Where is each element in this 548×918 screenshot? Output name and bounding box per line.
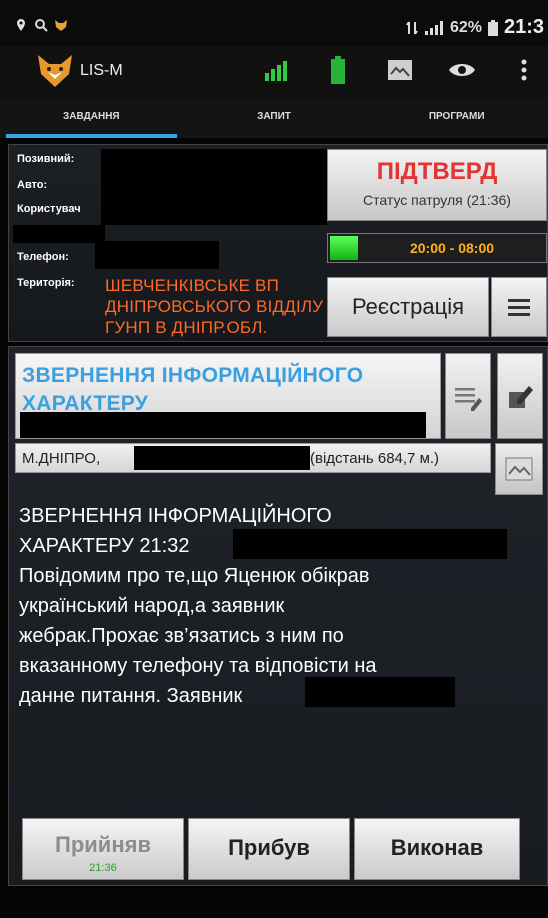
message-line: ЗВЕРНЕННЯ ІНФОРМАЦІЙНОГО — [19, 505, 332, 527]
status-bar: 62% 21:3 — [0, 0, 548, 50]
territory-value: ШЕВЧЕНКІВСЬКЕ ВП ДНІПРОВСЬКОГО ВІДДІЛУ Г… — [105, 276, 324, 337]
redacted-block — [13, 225, 105, 243]
fox-notification-icon — [55, 20, 67, 31]
arrived-button[interactable]: Прибув — [188, 818, 350, 880]
battery-level-icon — [324, 56, 352, 84]
accepted-label: Прийняв — [55, 832, 151, 857]
phone-label: Телефон: — [17, 251, 69, 263]
battery-percent: 62% — [449, 18, 482, 36]
menu-button[interactable] — [491, 277, 547, 337]
registration-button[interactable]: Реєстрація — [327, 277, 489, 337]
app-title: LIS-M — [80, 62, 123, 79]
redacted-block — [101, 149, 327, 225]
signal-bars-icon — [262, 56, 290, 84]
user-label: Користувач — [17, 203, 81, 215]
patrol-info-panel: Позивний: Авто: Користувач Телефон: Тери… — [8, 144, 548, 342]
action-bar-icons — [262, 56, 538, 84]
shift-time: 20:00 - 08:00 — [409, 240, 495, 256]
eye-icon[interactable] — [448, 56, 476, 84]
callsign-label: Позивний: — [17, 153, 75, 165]
redacted-block — [20, 412, 426, 438]
task-type-title: ЗВЕРНЕННЯ ІНФОРМАЦІЙНОГО ХАРАКТЕРУ — [22, 364, 364, 415]
done-button[interactable]: Виконав — [354, 818, 520, 880]
address-distance: (відстань 684,7 м.) — [310, 450, 440, 467]
action-bar: LIS-M — [0, 46, 548, 98]
patrol-status-text: Статус патруля (21:36) — [363, 192, 511, 208]
status-bar-left-icons — [14, 18, 68, 32]
hamburger-menu-icon — [508, 299, 530, 316]
redacted-block — [233, 529, 507, 559]
signal-icon — [424, 20, 443, 35]
overflow-menu-icon[interactable] — [510, 56, 538, 84]
search-icon — [35, 19, 48, 32]
accepted-button[interactable]: Прийняв 21:36 — [22, 818, 184, 880]
address-city: М.ДНІПРО, — [22, 450, 101, 467]
task-actions: Прийняв 21:36 Прибув Виконав — [8, 818, 540, 884]
redacted-block — [305, 677, 455, 707]
car-label: Авто: — [17, 179, 48, 191]
list-notes-icon — [455, 388, 482, 411]
fox-logo-icon[interactable] — [36, 52, 74, 90]
location-icon — [17, 19, 25, 31]
status-bar-right: 62% 21:3 — [406, 16, 544, 39]
map-icon[interactable] — [386, 56, 414, 84]
task-type-box: ЗВЕРНЕННЯ ІНФОРМАЦІЙНОГО ХАРАКТЕРУ — [15, 353, 441, 439]
tab-request[interactable]: ЗАПИТ — [183, 98, 366, 138]
edit-button[interactable] — [497, 353, 543, 439]
battery-icon — [487, 19, 498, 36]
status-time: 21:3 — [503, 16, 544, 38]
map-icon — [505, 457, 533, 481]
task-panel: ЗВЕРНЕННЯ ІНФОРМАЦІЙНОГО ХАРАКТЕРУ М.ДНІ… — [8, 346, 548, 886]
tab-bar: ЗАВДАННЯ ЗАПИТ ПРОГРАМИ — [0, 98, 548, 138]
accepted-time: 21:36 — [89, 862, 117, 874]
redacted-block — [134, 446, 310, 470]
tab-tasks[interactable]: ЗАВДАННЯ — [0, 98, 183, 138]
address-field: М.ДНІПРО, (відстань 684,7 м.) — [15, 443, 491, 473]
shift-indicator: 20:00 - 08:00 — [327, 233, 547, 263]
notes-button[interactable] — [445, 353, 491, 439]
data-icon — [406, 20, 418, 35]
message-line: жебрак.Прохає зв’язатись з ним по — [19, 625, 344, 647]
message-line: український народ,а заявник — [19, 595, 285, 617]
confirm-title: ПІДТВЕРД — [376, 158, 498, 185]
show-on-map-button[interactable] — [495, 443, 543, 495]
territory-label: Територія: — [17, 277, 75, 289]
confirm-status-button[interactable]: ПІДТВЕРД Статус патруля (21:36) — [327, 149, 547, 221]
shift-status-led — [330, 236, 358, 260]
message-line: Повідомим про те,що Яценюк обікрав — [19, 565, 370, 587]
edit-pencil-icon — [509, 386, 533, 408]
tab-programs[interactable]: ПРОГРАМИ — [365, 98, 548, 138]
redacted-block — [95, 241, 219, 269]
